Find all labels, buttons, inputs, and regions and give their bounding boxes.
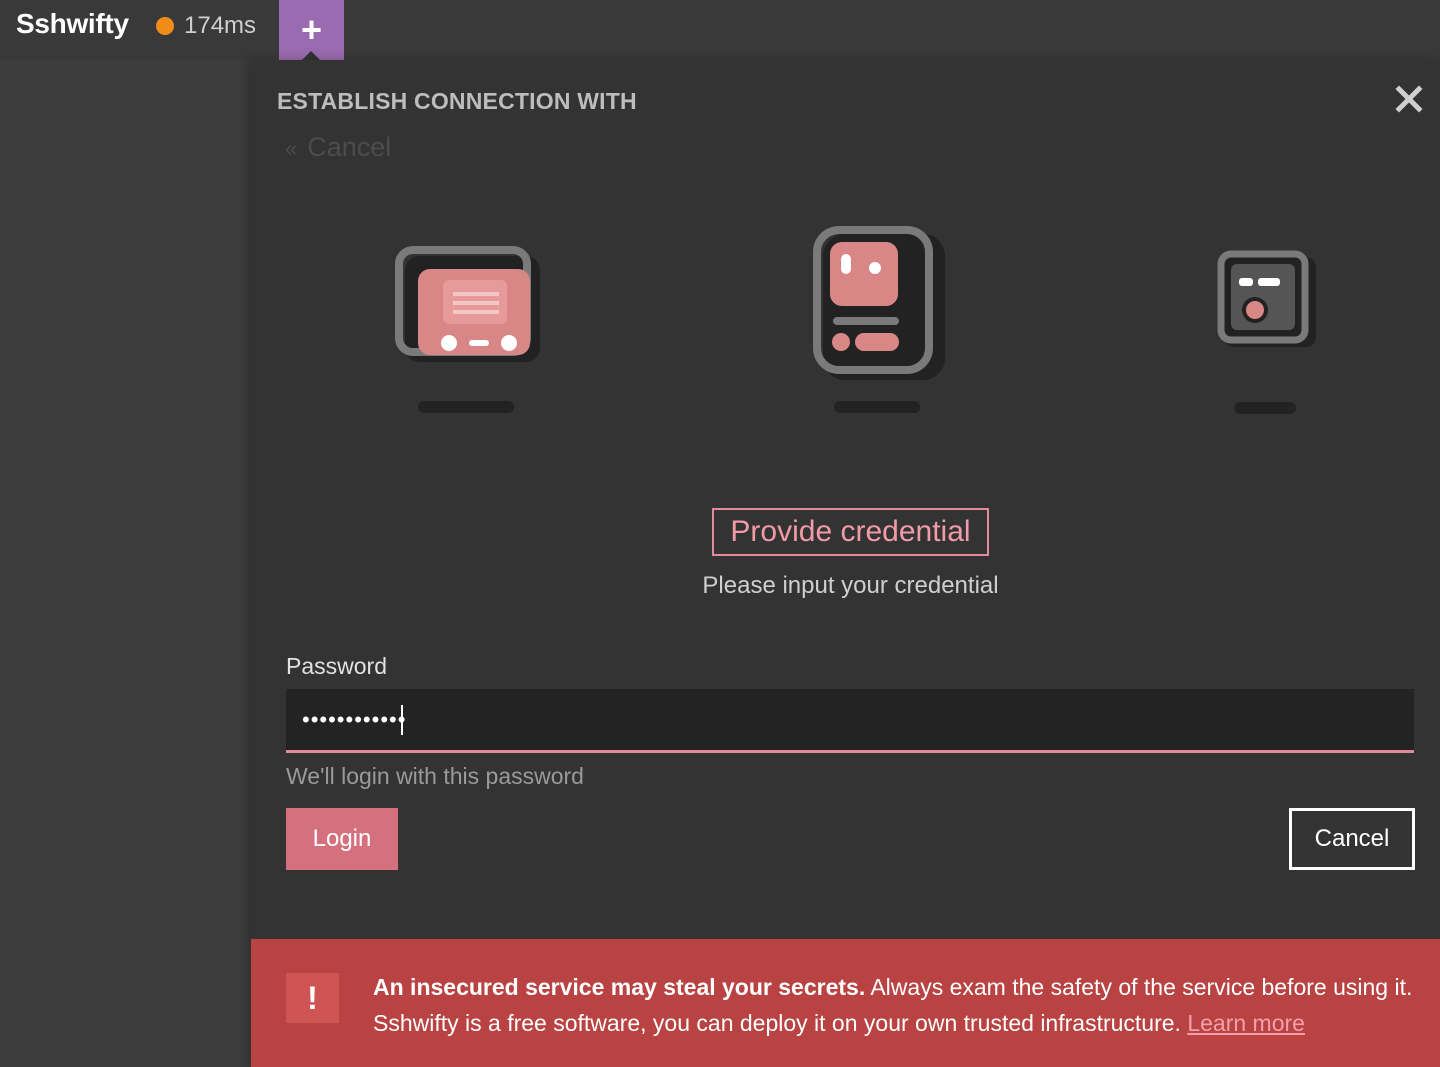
plus-icon: + xyxy=(300,9,323,50)
top-bar: Sshwifty 174ms + xyxy=(0,0,1440,60)
back-cancel-link[interactable]: « Cancel xyxy=(285,132,391,163)
add-connection-button[interactable]: + xyxy=(279,0,344,60)
step-title: Provide credential xyxy=(712,508,989,556)
warning-message: An insecured service may steal your secr… xyxy=(373,969,1423,1041)
back-cancel-label: Cancel xyxy=(307,132,392,162)
status-dot-icon xyxy=(156,17,174,35)
security-warning-banner: ! An insecured service may steal your se… xyxy=(251,939,1440,1067)
text-caret xyxy=(401,705,403,735)
password-hint: We'll login with this password xyxy=(286,763,584,789)
password-input[interactable] xyxy=(286,689,1414,753)
device-box-icon xyxy=(1217,250,1316,414)
background-area xyxy=(0,60,251,1067)
warning-bold-text: An insecured service may steal your secr… xyxy=(373,974,866,1000)
login-button[interactable]: Login xyxy=(286,808,398,870)
mobile-device-icon xyxy=(813,226,945,413)
latency-value: 174ms xyxy=(184,12,257,39)
cancel-button[interactable]: Cancel xyxy=(1289,808,1415,870)
latency-indicator[interactable]: 174ms xyxy=(156,12,256,40)
close-icon[interactable] xyxy=(1394,84,1424,114)
learn-more-link[interactable]: Learn more xyxy=(1187,1010,1305,1036)
password-label: Password xyxy=(286,653,387,679)
double-chevron-left-icon: « xyxy=(285,136,298,161)
dialog-title: ESTABLISH CONNECTION WITH xyxy=(277,88,637,114)
exclamation-icon: ! xyxy=(286,973,339,1023)
app-title: Sshwifty xyxy=(16,8,129,39)
step-description: Please input your credential xyxy=(702,572,999,599)
terminal-device-icon xyxy=(395,246,540,413)
connection-dialog: ESTABLISH CONNECTION WITH « Cancel Provi… xyxy=(251,60,1440,1067)
